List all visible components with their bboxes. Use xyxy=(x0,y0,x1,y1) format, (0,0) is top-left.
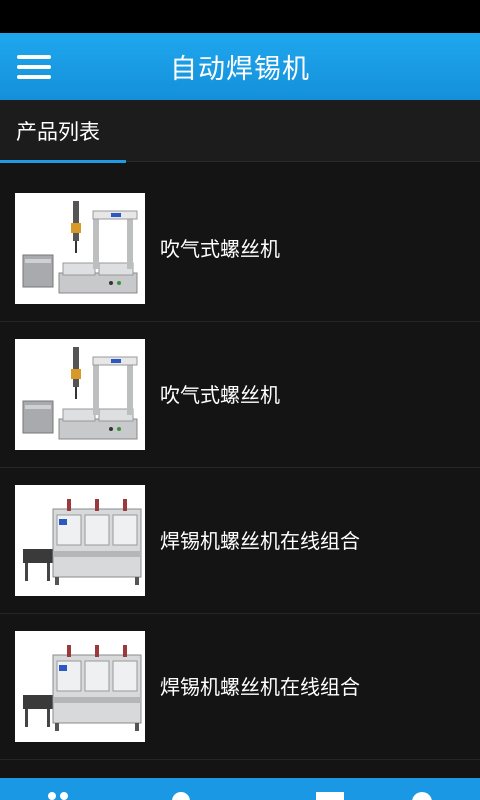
tab-product-list[interactable]: 产品列表 xyxy=(0,100,126,163)
product-name: 焊锡机螺丝机在线组合 xyxy=(160,529,360,553)
status-bar xyxy=(0,0,480,33)
product-name: 吹气式螺丝机 xyxy=(160,383,280,407)
section-header: 产品列表 xyxy=(0,100,480,163)
phone-icon[interactable] xyxy=(410,792,436,800)
bottom-nav xyxy=(0,778,480,800)
menu-icon[interactable] xyxy=(17,55,51,79)
product-name: 吹气式螺丝机 xyxy=(160,237,280,261)
location-icon[interactable] xyxy=(168,792,194,800)
product-image xyxy=(15,339,145,450)
message-icon[interactable] xyxy=(316,792,344,800)
active-tab-indicator xyxy=(0,160,126,163)
product-list: 吹气式螺丝机 吹气式螺丝机 焊锡机螺丝机在线组合 焊锡机螺丝机在线组合 xyxy=(0,176,480,760)
product-name: 焊锡机螺丝机在线组合 xyxy=(160,675,360,699)
home-icon[interactable] xyxy=(46,792,72,800)
tab-product-list-label: 产品列表 xyxy=(16,120,100,144)
product-image xyxy=(15,631,145,742)
list-item[interactable]: 吹气式螺丝机 xyxy=(0,322,480,468)
list-item[interactable]: 吹气式螺丝机 xyxy=(0,176,480,322)
app-bar: 自动焊锡机 xyxy=(0,33,480,100)
app-title: 自动焊锡机 xyxy=(170,54,310,85)
list-item[interactable]: 焊锡机螺丝机在线组合 xyxy=(0,468,480,614)
product-image xyxy=(15,485,145,596)
list-item[interactable]: 焊锡机螺丝机在线组合 xyxy=(0,614,480,760)
product-image xyxy=(15,193,145,304)
